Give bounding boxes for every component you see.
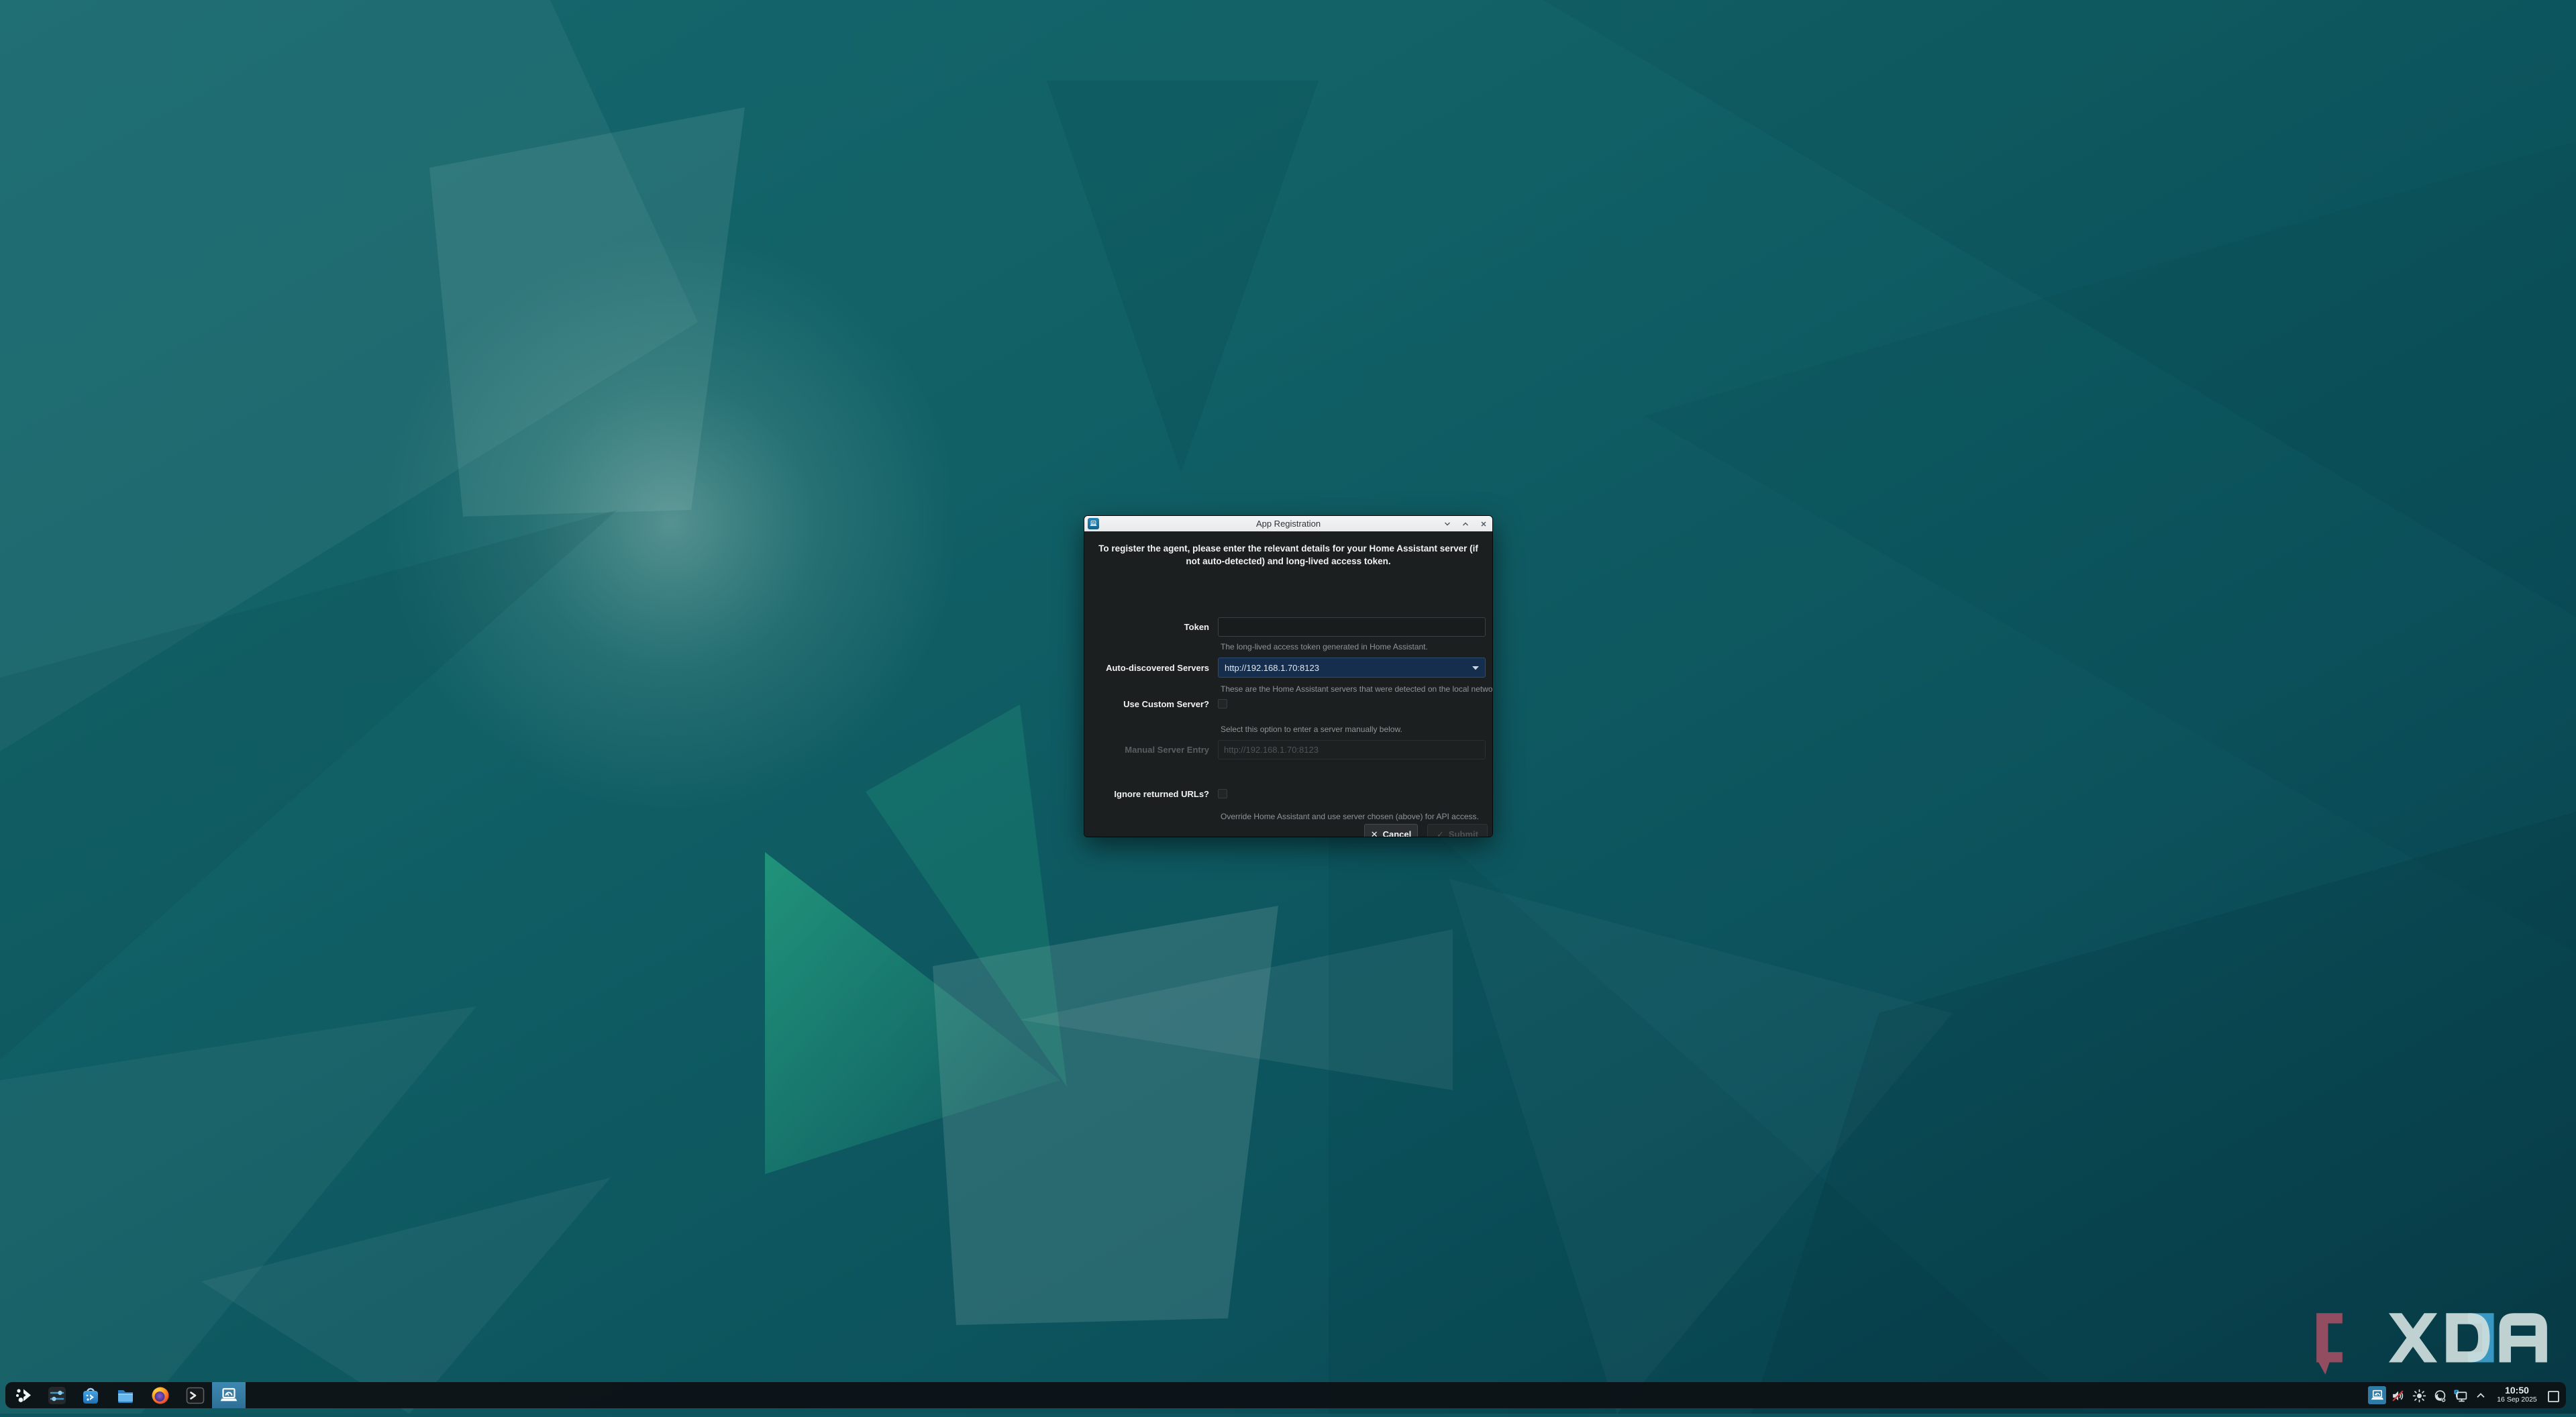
volume-tray-item[interactable] — [2390, 1388, 2405, 1403]
cancel-button[interactable]: ✕ Cancel — [1364, 824, 1418, 837]
submit-check-icon: ✓ — [1437, 829, 1444, 837]
file-manager-folder-icon — [115, 1385, 136, 1406]
system-settings-task[interactable] — [42, 1382, 72, 1408]
brightness-sun-icon — [2412, 1389, 2426, 1403]
home-assistant-agent-icon — [219, 1385, 239, 1406]
submit-button-label: Submit — [1449, 829, 1478, 837]
xda-left-bracket — [2316, 1313, 2342, 1375]
combobox-caret-icon — [1472, 666, 1479, 670]
token-help-text: The long-lived access token generated in… — [1221, 642, 1492, 651]
clock-time: 10:50 — [2487, 1385, 2547, 1396]
home-assistant-tray-icon — [2370, 1388, 2385, 1403]
submit-button[interactable]: ✓ Submit — [1427, 824, 1488, 837]
maximize-button[interactable] — [1461, 519, 1470, 529]
firefox-icon — [150, 1385, 170, 1406]
night-light-tray-item[interactable] — [2432, 1388, 2447, 1403]
app-registration-window: App Registration To register the agent, … — [1084, 516, 1492, 837]
close-button[interactable] — [1479, 519, 1488, 529]
cancel-x-icon: ✕ — [1371, 829, 1378, 837]
file-manager-task[interactable] — [110, 1382, 141, 1408]
manual-server-entry-label: Manual Server Entry — [1084, 745, 1209, 755]
servers-help-text: These are the Home Assistant servers tha… — [1221, 684, 1492, 694]
brightness-tray-item[interactable] — [2412, 1388, 2426, 1403]
xda-watermark-logo — [2307, 1307, 2553, 1377]
home-assistant-agent-window-icon — [1088, 518, 1099, 529]
home-assistant-tray-item[interactable] — [2368, 1386, 2386, 1404]
use-custom-server-label: Use Custom Server? — [1084, 699, 1209, 709]
system-settings-icon — [47, 1385, 67, 1406]
network-tray-item[interactable] — [2453, 1388, 2467, 1403]
window-titlebar[interactable]: App Registration — [1084, 516, 1492, 531]
token-label: Token — [1084, 622, 1209, 632]
clock-date: 16 Sep 2025 — [2487, 1396, 2547, 1404]
digital-clock[interactable]: 10:50 16 Sep 2025 — [2487, 1385, 2547, 1406]
app-launcher-icon — [13, 1385, 34, 1406]
cancel-button-label: Cancel — [1383, 829, 1412, 837]
dialog-intro-text: To register the agent, please enter the … — [1097, 542, 1480, 568]
wired-network-icon — [2453, 1389, 2467, 1403]
use-custom-server-help-text: Select this option to enter a server man… — [1221, 725, 1492, 734]
window-title: App Registration — [1084, 519, 1492, 529]
terminal-task[interactable] — [180, 1382, 211, 1408]
auto-discovered-servers-label: Auto-discovered Servers — [1084, 663, 1209, 673]
ignore-returned-urls-help-text: Override Home Assistant and use server c… — [1221, 812, 1492, 821]
show-desktop-button[interactable] — [2546, 1389, 2561, 1404]
night-light-icon — [2433, 1389, 2447, 1403]
discover-store-icon — [81, 1385, 101, 1406]
discover-store-task[interactable] — [75, 1382, 106, 1408]
home-assistant-agent-task[interactable] — [212, 1382, 246, 1408]
manual-server-entry-input[interactable] — [1218, 740, 1486, 759]
token-input[interactable] — [1218, 617, 1486, 637]
expand-tray-button[interactable] — [2473, 1388, 2488, 1403]
minimize-button[interactable] — [1443, 519, 1452, 529]
ignore-returned-urls-checkbox[interactable] — [1218, 789, 1227, 798]
application-launcher-button[interactable] — [8, 1382, 39, 1408]
volume-muted-icon — [2391, 1389, 2405, 1403]
show-desktop-icon — [2547, 1390, 2560, 1403]
chevron-up-icon — [2475, 1389, 2487, 1402]
firefox-task[interactable] — [145, 1382, 176, 1408]
dialog-body: To register the agent, please enter the … — [1084, 531, 1492, 837]
use-custom-server-checkbox[interactable] — [1218, 699, 1227, 708]
terminal-icon — [185, 1385, 205, 1406]
ignore-returned-urls-label: Ignore returned URLs? — [1084, 789, 1209, 799]
auto-discovered-servers-combobox[interactable]: http://192.168.1.70:8123 — [1218, 658, 1486, 678]
taskbar-panel: 10:50 16 Sep 2025 — [5, 1382, 2566, 1408]
selected-server-value: http://192.168.1.70:8123 — [1225, 663, 1472, 673]
